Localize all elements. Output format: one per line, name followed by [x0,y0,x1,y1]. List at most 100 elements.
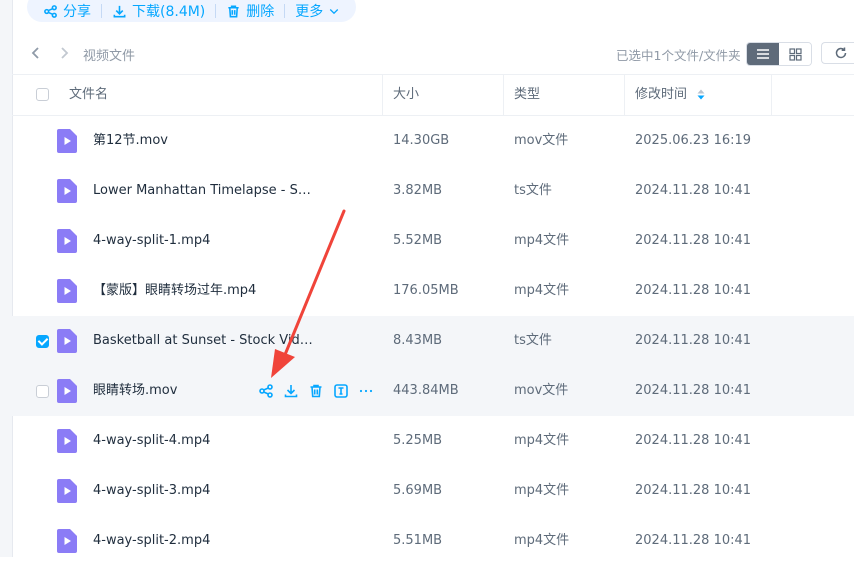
download-button[interactable]: 下载(8.4M) [106,1,211,21]
file-table: 文件名 大小 类型 修改时间 第12节.mov 14.30GB mov文件 2025.… [12,74,854,566]
file-name: 【蒙版】眼睛转场过年.mp4 [93,283,257,298]
row-checkbox[interactable] [36,335,49,348]
file-name: 4-way-split-2.mp4 [93,533,211,548]
grid-view-button[interactable] [779,43,811,65]
file-name: 第12节.mov [93,133,168,148]
file-size: 5.69MB [393,483,443,498]
video-file-icon [57,379,77,403]
video-file-icon [57,329,77,353]
sort-icon[interactable] [697,89,705,100]
file-type: mp4文件 [514,483,570,498]
file-type: ts文件 [514,183,552,198]
file-modified: 2024.11.28 10:41 [635,233,752,248]
navigation-bar: 视频文件 已选中1个文件/文件夹 [12,34,854,72]
table-row[interactable]: 4-way-split-4.mp4 5.25MB mp4文件 2024.11.28 1… [12,416,854,466]
file-type: mp4文件 [514,533,570,548]
table-row[interactable]: Lower Manhattan Timelapse - Stoc... 3.82M… [12,166,854,216]
rename-icon[interactable] [333,383,349,399]
file-name: 4-way-split-1.mp4 [93,233,211,248]
video-file-icon [57,279,77,303]
chevron-right-icon [61,47,69,59]
file-size: 443.84MB [393,383,459,398]
column-divider [624,75,625,115]
header-size[interactable]: 大小 [393,75,419,115]
trash-icon[interactable] [308,383,324,399]
file-size: 5.25MB [393,433,443,448]
column-divider [503,75,504,115]
chevron-left-icon [31,47,39,59]
breadcrumb[interactable]: 视频文件 [83,45,135,64]
file-type: mov文件 [514,383,569,398]
video-file-icon [57,479,77,503]
table-row[interactable]: 4-way-split-3.mp4 5.69MB mp4文件 2024.11.28 1… [12,466,854,516]
video-file-icon [57,179,77,203]
row-checkbox[interactable] [36,385,49,398]
column-divider [382,75,383,115]
video-file-icon [57,429,77,453]
file-type: mov文件 [514,133,569,148]
file-modified: 2024.11.28 10:41 [635,483,752,498]
file-size: 3.82MB [393,183,443,198]
file-size: 14.30GB [393,133,450,148]
download-icon[interactable] [283,383,299,399]
column-divider [771,75,772,115]
file-modified: 2025.06.23 16:19 [635,133,752,148]
share-button[interactable]: 分享 [37,1,97,21]
back-button[interactable] [27,44,45,62]
file-name: Lower Manhattan Timelapse - Stoc... [93,183,313,198]
file-name: 4-way-split-4.mp4 [93,433,211,448]
refresh-button[interactable] [821,42,854,64]
video-file-icon [57,229,77,253]
toolbar-divider [215,4,217,18]
table-row[interactable]: 【蒙版】眼睛转场过年.mp4 176.05MB mp4文件 2024.11.28 10… [12,266,854,316]
table-row[interactable]: Basketball at Sunset - Stock Video... 8.4… [12,316,854,366]
file-type: ts文件 [514,333,552,348]
file-modified: 2024.11.28 10:41 [635,533,752,548]
file-name: 4-way-split-3.mp4 [93,483,211,498]
video-file-icon [57,129,77,153]
more-label: 更多 [295,4,324,20]
select-all-checkbox[interactable] [36,88,49,101]
list-view-button[interactable] [747,43,779,65]
table-row[interactable]: 4-way-split-2.mp4 5.51MB mp4文件 2024.11.28 1… [12,516,854,566]
toolbar-divider [101,4,102,18]
download-icon [113,5,126,17]
share-icon[interactable] [258,383,274,399]
header-type[interactable]: 类型 [514,75,540,115]
forward-button[interactable] [55,44,73,62]
file-size: 176.05MB [393,283,459,298]
header-name[interactable]: 文件名 [69,75,108,115]
share-label: 分享 [63,4,91,20]
delete-button[interactable]: 删除 [220,1,280,21]
table-row[interactable]: 4-way-split-1.mp4 5.52MB mp4文件 2024.11.28 1… [12,216,854,266]
more-icon[interactable] [358,383,374,399]
file-list: 第12节.mov 14.30GB mov文件 2025.06.23 16:19 Lowe… [12,116,854,566]
view-toggle [746,42,812,66]
selection-toolbar: 分享 下载(8.4M) 删除 更多 [27,0,357,22]
table-header: 文件名 大小 类型 修改时间 [12,74,854,116]
refresh-icon [835,47,847,59]
file-size: 5.52MB [393,233,443,248]
file-type: mp4文件 [514,283,570,298]
file-type: mp4文件 [514,233,570,248]
toolbar-divider [284,4,286,18]
grid-icon [788,47,802,61]
selection-count: 已选中1个文件/文件夹 [616,48,741,63]
header-modified[interactable]: 修改时间 [635,75,705,115]
file-modified: 2024.11.28 10:41 [635,383,752,398]
file-modified: 2024.11.28 10:41 [635,333,752,348]
share-icon [44,4,57,18]
list-icon [757,49,769,59]
table-row[interactable]: 第12节.mov 14.30GB mov文件 2025.06.23 16:19 [12,116,854,166]
file-modified: 2024.11.28 10:41 [635,283,752,298]
file-size: 8.43MB [393,333,443,348]
delete-label: 删除 [246,4,275,20]
trash-icon [228,5,239,17]
file-modified: 2024.11.28 10:41 [635,433,752,448]
file-type: mp4文件 [514,433,570,448]
table-row[interactable]: 眼睛转场.mov 443.84MB mov文件 2024.11.28 10:41 [12,366,854,416]
file-size: 5.51MB [393,533,443,548]
more-button[interactable]: 更多 [289,1,346,21]
file-modified: 2024.11.28 10:41 [635,183,752,198]
video-file-icon [57,529,77,553]
